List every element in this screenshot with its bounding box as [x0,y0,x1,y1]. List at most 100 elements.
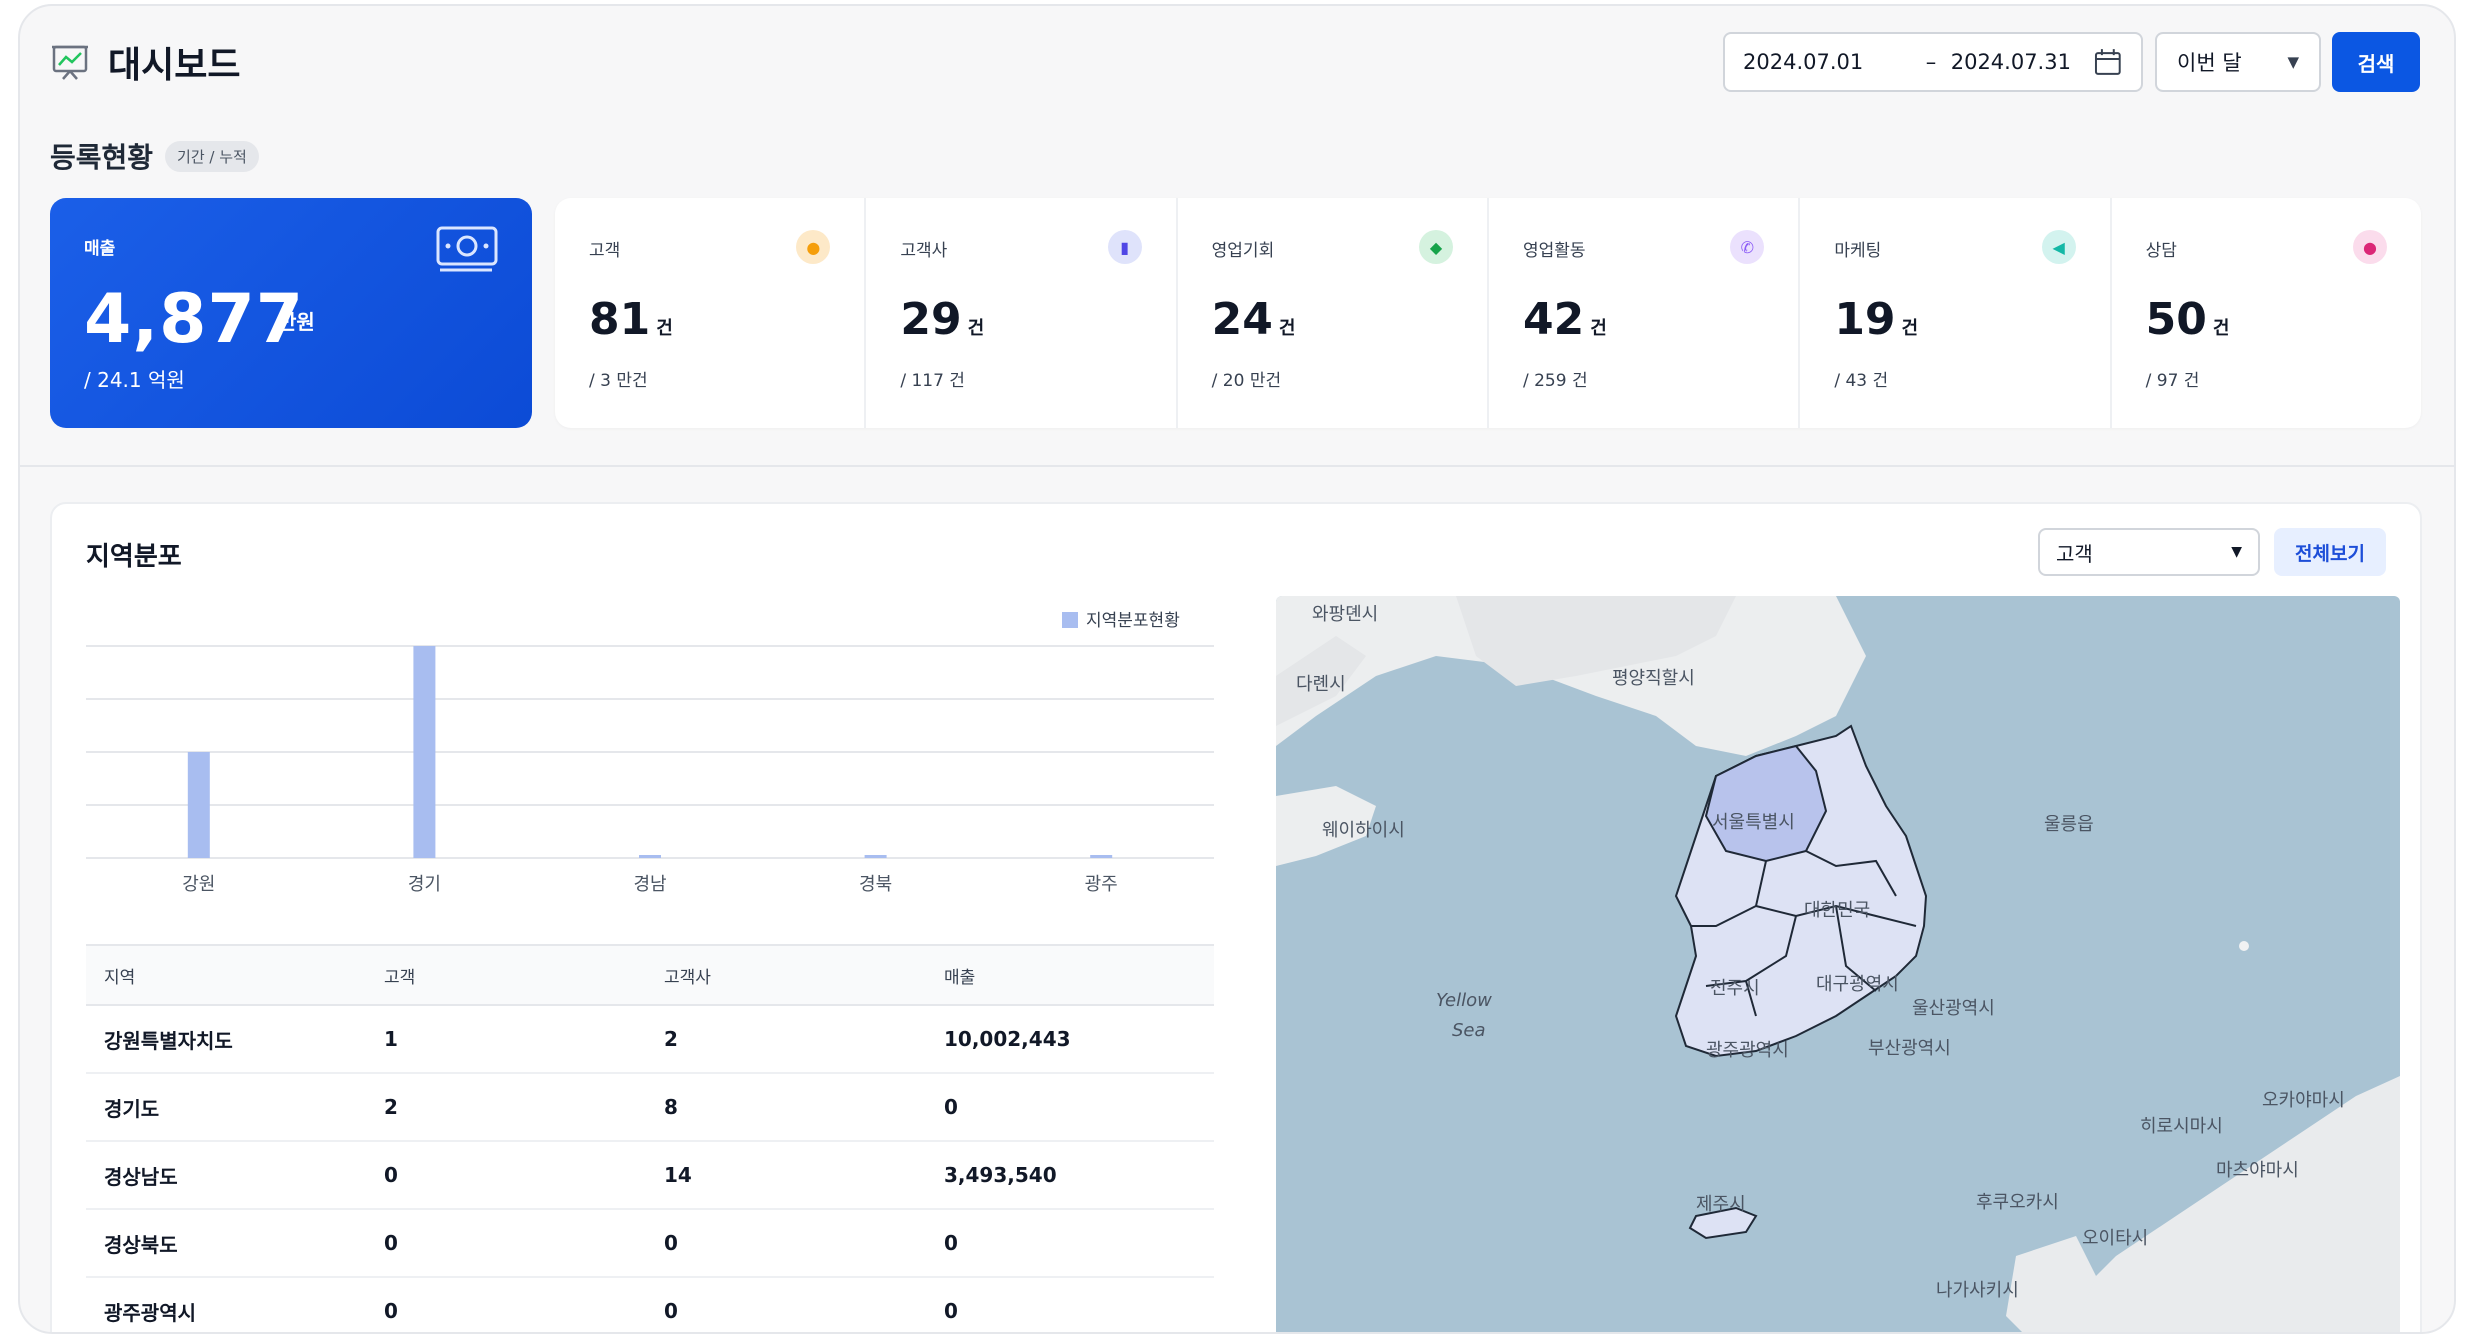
column-header: 지역 [86,944,366,1006]
table-cell: 0 [646,1209,926,1278]
table-row[interactable]: 경기도 2 8 0 [86,1073,1214,1142]
legend-label[interactable]: 지역분포현황 [1086,611,1180,631]
stat-card[interactable]: 영업기회 ◆ 24 건 / 20 만건 [1178,198,1489,428]
chevron-down-icon: ▼ [2231,544,2242,560]
map-label: 오이타시 [2082,1228,2148,1249]
stat-label: 영업활동 [1522,241,1586,261]
table-cell: 경기도 [86,1073,366,1142]
table-row[interactable]: 강원특별자치도 1 2 10,002,443 [86,1005,1214,1074]
building-icon: ▮ [1107,230,1142,264]
region-metric-select[interactable]: 고객 ▼ [2038,528,2260,576]
table-cell: 2 [366,1073,646,1142]
map-label: 나가사키시 [1936,1280,2019,1301]
stat-total: / 3 만건 [589,371,648,391]
stat-card[interactable]: 마케팅 ◀ 19 건 / 43 건 [1800,198,2112,428]
column-header: 고객 [366,944,646,1006]
stat-label: 영업기회 [1211,241,1275,261]
stat-unit: 건 [967,318,985,339]
bar-경남[interactable] [639,855,661,858]
stat-number: 42 [1522,294,1585,345]
date-from[interactable]: 2024.07.01 [1743,50,1911,74]
period-select-value: 이번 달 [2177,51,2242,75]
x-tick-label: 경기 [408,874,441,895]
revenue-total: / 24.1 억원 [84,368,185,392]
table-cell: 0 [926,1209,1214,1278]
stat-unit: 건 [1901,318,1919,339]
table-cell: 8 [646,1073,926,1142]
table-row[interactable]: 경상남도 0 14 3,493,540 [86,1141,1214,1210]
region-table: 지역 고객 고객사 매출 강원특별자치도 1 2 10,002,443 경기도 2 8 0 경상남도 0… [86,944,1214,1332]
stat-label: 마케팅 [1834,241,1882,261]
stat-total: / 43 건 [1834,371,1889,391]
date-range-picker[interactable]: 2024.07.01 – 2024.07.31 [1723,32,2143,92]
chevron-down-icon: ▼ [2287,53,2299,71]
map-label: 다롄시 [1296,674,1346,695]
table-cell: 0 [926,1277,1214,1332]
view-all-button[interactable]: 전체보기 [2274,528,2386,576]
period-select[interactable]: 이번 달 ▼ [2155,32,2321,92]
table-cell: 1 [366,1005,646,1074]
stat-number: 24 [1211,294,1273,345]
bar-강원[interactable] [187,752,210,858]
stat-unit: 건 [656,318,673,339]
stat-value: 29 건 [900,294,984,345]
legend-swatch[interactable] [1062,612,1078,628]
region-title: 지역분포 [86,542,182,572]
table-cell: 2 [646,1005,926,1074]
bar-광주[interactable] [1090,855,1113,858]
table-row[interactable]: 광주광역시 0 0 0 [86,1277,1214,1332]
stat-label: 상담 [2145,241,2177,261]
x-tick-label: 광주 [1085,874,1118,895]
stat-label: 고객 [589,241,621,261]
map-label: 히로시마시 [2140,1116,2223,1137]
map-label: Sea [1452,1020,1486,1041]
map-canvas[interactable]: 와팡뎬시 다롄시 평양직할시 웨이하이시 서울특별시 대한민국 울릉읍 Yell… [1276,596,2400,1334]
period-cumulative-badge[interactable]: 기간 / 누적 [165,140,259,172]
revenue-card[interactable]: 매출 4,877 만원 / 24.1 억원 [50,198,532,428]
stat-number: 29 [900,294,962,345]
table-cell: 14 [646,1141,926,1210]
date-separator: – [1925,50,1937,74]
region-map[interactable]: 와팡뎬시 다롄시 평양직할시 웨이하이시 서울특별시 대한민국 울릉읍 Yell… [1276,596,2400,1334]
table-cell: 0 [366,1277,646,1332]
table-row[interactable]: 경상북도 0 0 0 [86,1209,1214,1278]
bar-경기[interactable] [413,646,436,858]
stat-total: / 259 건 [1522,371,1588,391]
table-cell: 3,493,540 [926,1141,1214,1210]
stat-unit: 건 [1590,318,1607,339]
region-panel: 지역분포 고객 ▼ 전체보기 강원 경기 경남 경북 광주 지역분포현황 지역 고객 고객사 매… [50,502,2422,1334]
calendar-icon[interactable] [2093,47,2123,77]
page-title: 대시보드 [108,45,241,86]
map-label: 전주시 [1710,978,1760,999]
table-cell: 0 [646,1277,926,1332]
stat-value: 19 건 [1834,294,1918,345]
stats-row: 고객 ● 81 건/ 3 만건 고객사 ▮ 29 건/ 117 건 영업기회 ◆ 24 건/ 20 만… [555,198,2421,428]
map-label: 와팡뎬시 [1312,604,1378,625]
stat-number: 19 [1834,294,1896,345]
revenue-unit: 만원 [278,310,315,334]
stat-number: 81 [589,294,651,345]
column-header: 고객사 [646,944,926,1006]
map-label: 울산광역시 [1912,998,1995,1019]
person-icon: ● [796,230,831,264]
search-button[interactable]: 검색 [2332,32,2420,92]
stat-card[interactable]: 고객 ● 81 건 / 3 만건 [555,198,867,428]
bar-경북[interactable] [864,855,887,858]
stat-card[interactable]: 고객사 ▮ 29 건 / 117 건 [866,198,1178,428]
chat-icon: ● [2352,230,2387,264]
dashboard-icon [52,45,88,80]
map-label: 대한민국 [1804,900,1870,921]
stat-card[interactable]: 영업활동 ✆ 42 건 / 259 건 [1489,198,1801,428]
table-cell: 경상북도 [86,1209,366,1278]
stat-label: 고객사 [900,241,948,261]
x-tick-label: 경북 [859,874,892,895]
region-bar-chart: 강원 경기 경남 경북 광주 지역분포현황 [86,611,1214,895]
stat-number: 50 [2145,294,2207,345]
stat-card[interactable]: 상담 ● 50 건 / 97 건 [2112,198,2421,428]
map-label: 오카야마시 [2262,1090,2345,1111]
date-to[interactable]: 2024.07.31 [1951,50,2080,74]
registration-section-header: 등록현황 기간 / 누적 [50,136,259,176]
opportunity-icon: ◆ [1418,230,1453,264]
x-tick-label: 경남 [633,874,666,895]
map-label: Yellow [1436,990,1492,1011]
